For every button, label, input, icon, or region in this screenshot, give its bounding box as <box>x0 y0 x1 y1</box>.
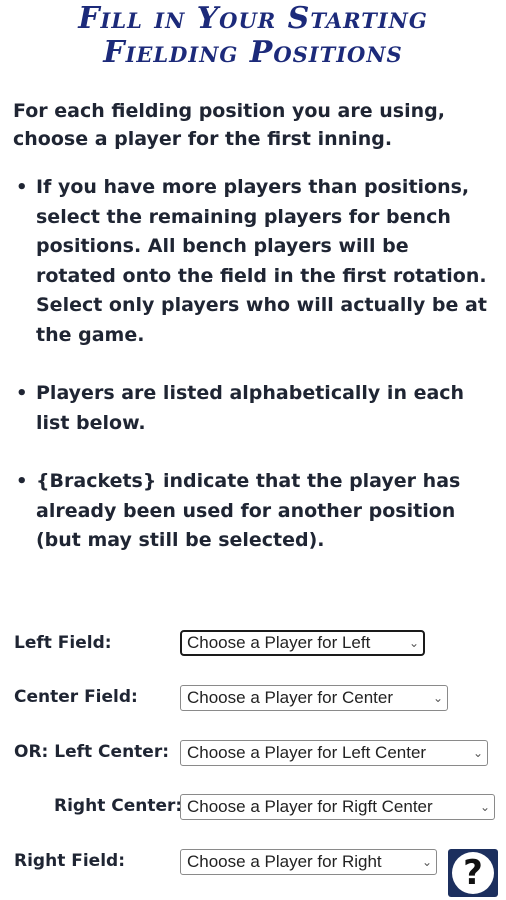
left-field-label: Left Field: <box>14 633 112 653</box>
right-center-select[interactable]: Choose a Player for Rigft Center ⌄ <box>180 794 495 820</box>
center-field-label: Center Field: <box>14 687 138 707</box>
chevron-down-icon: ⌄ <box>421 855 432 869</box>
chevron-down-icon: ⌄ <box>408 636 419 650</box>
chevron-down-icon: ⌄ <box>479 800 490 814</box>
left-center-select-value: Choose a Player for Left Center <box>187 743 427 762</box>
left-field-select-value: Choose a Player for Left <box>187 633 371 652</box>
page-title: Fill in Your Starting Fielding Positions <box>0 2 506 70</box>
left-center-label: OR: Left Center: <box>14 742 170 762</box>
bullet-icon: • <box>16 471 28 492</box>
right-center-label: Right Center: <box>54 796 183 816</box>
intro-text: For each fielding position you are using… <box>13 100 445 150</box>
help-button[interactable]: ? <box>448 849 498 897</box>
right-center-select-value: Choose a Player for Rigft Center <box>187 797 433 816</box>
bullet-icon: • <box>16 383 28 404</box>
list-item: • Players are listed alphabetically in e… <box>13 379 493 438</box>
right-field-select[interactable]: Choose a Player for Right ⌄ <box>180 849 437 875</box>
page-title-line-1: Fill in Your Starting <box>78 1 428 36</box>
list-item: • If you have more players than position… <box>13 173 493 350</box>
right-field-label: Right Field: <box>14 851 125 871</box>
bullet-text: {Brackets} indicate that the player has … <box>36 470 461 551</box>
bullet-text: Players are listed alphabetically in eac… <box>36 382 465 434</box>
center-field-select[interactable]: Choose a Player for Center ⌄ <box>180 685 448 711</box>
left-center-select[interactable]: Choose a Player for Left Center ⌄ <box>180 740 488 766</box>
right-field-select-value: Choose a Player for Right <box>187 852 382 871</box>
left-field-select[interactable]: Choose a Player for Left ⌄ <box>180 630 425 656</box>
page-title-line-2: Fielding Positions <box>103 35 403 70</box>
chevron-down-icon: ⌄ <box>472 746 483 760</box>
bullet-icon: • <box>16 177 28 198</box>
center-field-select-value: Choose a Player for Center <box>187 688 393 707</box>
instructions-list: • If you have more players than position… <box>13 173 493 585</box>
chevron-down-icon: ⌄ <box>432 691 443 705</box>
list-item: • {Brackets} indicate that the player ha… <box>13 467 493 556</box>
question-icon: ? <box>452 852 494 894</box>
bullet-text: If you have more players than positions,… <box>36 176 487 346</box>
